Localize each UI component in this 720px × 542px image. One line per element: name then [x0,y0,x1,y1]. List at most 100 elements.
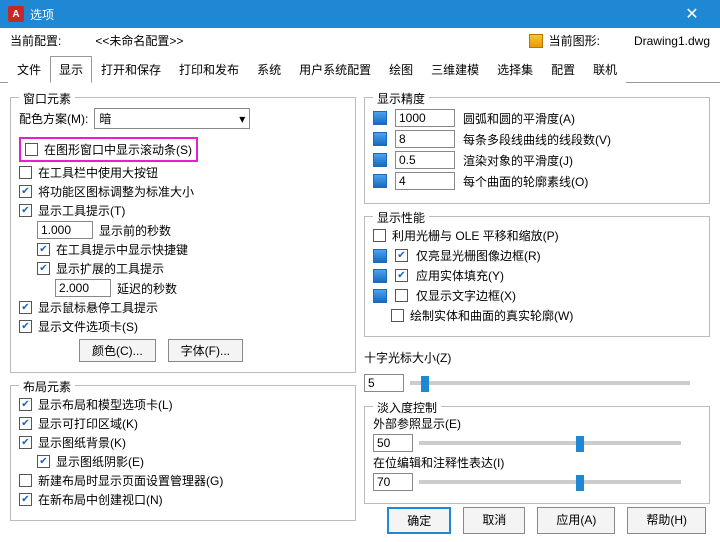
display-precision-group: 显示精度 圆弧和圆的平滑度(A) 每条多段线曲线的线段数(V) 渲染对象的平滑度… [364,97,710,204]
newlayout-checkbox[interactable] [19,474,32,487]
profile-value: <<未命名配置>> [95,32,183,49]
tab-online[interactable]: 联机 [584,56,626,83]
layout-elements-title: 布局元素 [19,378,75,395]
profile-label: 当前配置: [10,32,61,49]
tab-display[interactable]: 显示 [50,56,92,83]
filetab-checkbox[interactable] [19,320,32,333]
precision-icon [373,174,387,188]
stdicon-checkbox[interactable] [19,185,32,198]
tab-file[interactable]: 文件 [8,56,50,83]
layout-tabs-label: 显示布局和模型选项卡(L) [38,396,173,413]
tooltip-checkbox[interactable] [19,204,32,217]
perf-icon [373,269,387,283]
ext-tooltip-checkbox[interactable] [37,262,50,275]
viewport-label: 在新布局中创建视口(N) [38,491,163,508]
printable-checkbox[interactable] [19,417,32,430]
tooltip-seconds-input[interactable] [37,221,93,239]
solid-fill-checkbox[interactable] [395,269,408,282]
color-scheme-select[interactable]: 暗▾ [94,108,250,129]
crosshair-slider[interactable] [410,381,690,385]
paper-bg-checkbox[interactable] [19,436,32,449]
drawing-value: Drawing1.dwg [634,34,710,48]
dialog-footer: 确定 取消 应用(A) 帮助(H) [387,507,706,534]
inplace-fade-label: 在位编辑和注释性表达(I) [373,454,701,471]
ok-button[interactable]: 确定 [387,507,451,534]
hover-checkbox[interactable] [19,301,32,314]
viewport-checkbox[interactable] [19,493,32,506]
color-scheme-label: 配色方案(M): [19,110,88,127]
perf-icon [373,289,387,303]
titlebar: A 选项 ✕ [0,0,720,28]
tab-plot[interactable]: 打印和发布 [170,56,248,83]
raster-frame-checkbox[interactable] [395,249,408,262]
tab-profiles[interactable]: 配置 [542,56,584,83]
newlayout-label: 新建布局时显示页面设置管理器(G) [38,472,223,489]
inplace-fade-input[interactable] [373,473,413,491]
contour-lines-input[interactable] [395,172,455,190]
text-frame-checkbox[interactable] [395,289,408,302]
help-button[interactable]: 帮助(H) [627,507,706,534]
crosshair-input[interactable] [364,374,404,392]
perf-icon [373,249,387,263]
fade-control-group: 淡入度控制 外部参照显示(E) 在位编辑和注释性表达(I) [364,406,710,504]
raster-frame-label: 仅亮显光栅图像边框(R) [416,247,541,264]
display-performance-group: 显示性能 利用光栅与 OLE 平移和缩放(P) 仅亮显光栅图像边框(R) 应用实… [364,216,710,337]
crosshair-label: 十字光标大小(Z) [364,349,710,366]
precision-icon [373,153,387,167]
window-title: 选项 [30,6,672,23]
scrollbar-highlight: 在图形窗口中显示滚动条(S) [19,137,198,162]
app-icon: A [8,6,24,22]
apply-button[interactable]: 应用(A) [537,507,615,534]
drawing-label: 当前图形: [549,32,600,49]
scrollbar-checkbox[interactable] [25,143,38,156]
contour-lines-label: 每个曲面的轮廓素线(O) [463,173,588,190]
cancel-button[interactable]: 取消 [463,507,525,534]
fade-control-title: 淡入度控制 [373,399,441,416]
window-elements-title: 窗口元素 [19,90,75,107]
tab-user-pref[interactable]: 用户系统配置 [290,56,380,83]
layout-tabs-checkbox[interactable] [19,398,32,411]
delay-label: 延迟的秒数 [117,280,177,297]
render-smooth-label: 渲染对象的平滑度(J) [463,152,573,169]
text-frame-label: 仅显示文字边框(X) [416,287,516,304]
pan-zoom-checkbox[interactable] [373,229,386,242]
paper-shadow-label: 显示图纸阴影(E) [56,453,144,470]
tab-open-save[interactable]: 打开和保存 [92,56,170,83]
fonts-button[interactable]: 字体(F)... [168,339,243,362]
polyline-seg-label: 每条多段线曲线的线段数(V) [463,131,611,148]
shortcut-checkbox[interactable] [37,243,50,256]
inplace-fade-slider[interactable] [419,480,681,484]
shortcut-label: 在工具提示中显示快捷键 [56,241,188,258]
printable-label: 显示可打印区域(K) [38,415,138,432]
xref-fade-input[interactable] [373,434,413,452]
tab-3d[interactable]: 三维建模 [422,56,488,83]
paper-shadow-checkbox[interactable] [37,455,50,468]
bigbtn-checkbox[interactable] [19,166,32,179]
render-smooth-input[interactable] [395,151,455,169]
chevron-down-icon: ▾ [239,112,245,126]
arc-smooth-label: 圆弧和圆的平滑度(A) [463,110,575,127]
xref-fade-label: 外部参照显示(E) [373,415,701,432]
display-performance-title: 显示性能 [373,209,429,226]
silhouette-checkbox[interactable] [391,309,404,322]
precision-icon [373,132,387,146]
tab-selection[interactable]: 选择集 [488,56,542,83]
tab-bar: 文件 显示 打开和保存 打印和发布 系统 用户系统配置 绘图 三维建模 选择集 … [0,55,720,83]
tab-drafting[interactable]: 绘图 [380,56,422,83]
arc-smooth-input[interactable] [395,109,455,127]
tooltip-seconds-label: 显示前的秒数 [99,222,171,239]
colors-button[interactable]: 颜色(C)... [79,339,156,362]
hover-label: 显示鼠标悬停工具提示 [38,299,158,316]
precision-icon [373,111,387,125]
polyline-seg-input[interactable] [395,130,455,148]
tooltip-label: 显示工具提示(T) [38,202,125,219]
silhouette-label: 绘制实体和曲面的真实轮廓(W) [410,307,573,324]
bigbtn-label: 在工具栏中使用大按钮 [38,164,158,181]
close-button[interactable]: ✕ [672,4,712,24]
tab-system[interactable]: 系统 [248,56,290,83]
paper-bg-label: 显示图纸背景(K) [38,434,126,451]
layout-elements-group: 布局元素 显示布局和模型选项卡(L) 显示可打印区域(K) 显示图纸背景(K) … [10,385,356,521]
delay-input[interactable] [55,279,111,297]
color-scheme-value: 暗 [99,110,111,127]
xref-fade-slider[interactable] [419,441,681,445]
